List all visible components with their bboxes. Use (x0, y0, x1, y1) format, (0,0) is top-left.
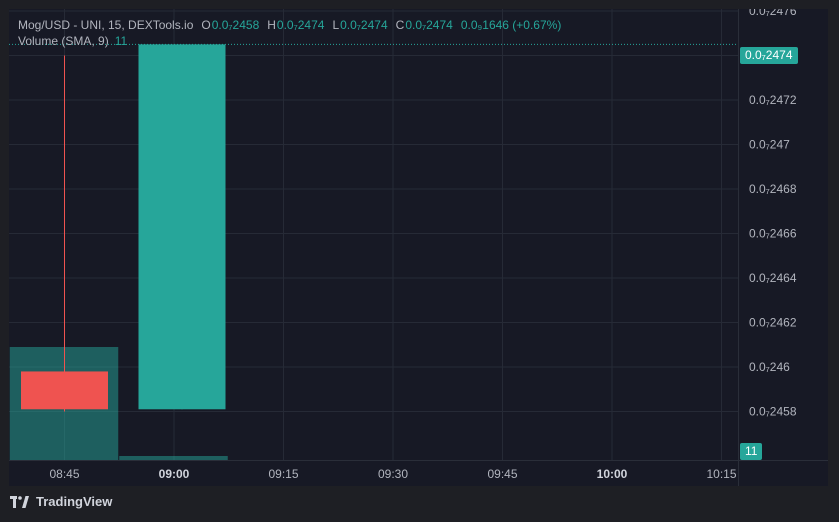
open-key: O (201, 18, 211, 32)
brand-name: TradingView (36, 494, 113, 509)
price-axis[interactable]: 0.0₇2476 0.0₇2474 0.0₇2472 0.0₇247 0.0₇2468 0… (738, 9, 828, 460)
symbol-title[interactable]: Mog/USD - UNI, 15, DEXTools.io (18, 17, 193, 33)
price-tick-label: 0.0₇2466 (749, 227, 797, 241)
tradingview-logo-icon (10, 495, 29, 508)
high-key: H (267, 18, 276, 32)
close-key: C (395, 18, 405, 32)
time-axis[interactable]: 08:45 09:00 09:15 09:30 09:45 10:00 10:15 (9, 460, 738, 486)
candlestick-chart (9, 9, 738, 460)
price-tick-label: 0.0₇2476 (749, 9, 797, 18)
close-value: 0.0₇2474 (405, 18, 453, 32)
price-tick-label: 0.0₇2472 (749, 93, 797, 107)
price-tick-label: 0.0₇2462 (749, 316, 797, 330)
price-tick-label: 0.0₇2458 (749, 405, 797, 419)
current-price-badge: 0.0₇2474 (740, 47, 798, 64)
price-tick-label: 0.0₇247 (749, 138, 790, 152)
tradingview-logo[interactable]: TradingView (10, 494, 112, 509)
time-tick-label: 09:45 (487, 467, 517, 481)
legend-ohlc-row: Mog/USD - UNI, 15, DEXTools.io O 0.0₇2458… (18, 17, 569, 33)
time-axis-labels: 08:45 09:00 09:15 09:30 09:45 10:00 10:15 (49, 467, 736, 481)
candle-body[interactable] (21, 371, 108, 410)
candle-body[interactable] (138, 44, 226, 410)
time-tick-label: 09:15 (268, 467, 298, 481)
legend-volume-row: Volume (SMA, 9) 11 (18, 33, 569, 49)
time-tick-label: 09:30 (378, 467, 408, 481)
time-tick-label: 08:45 (49, 467, 79, 481)
axis-corner (738, 460, 828, 486)
time-tick-label: 10:15 (706, 467, 736, 481)
price-axis-labels: 0.0₇24760.0₇24740.0₇24720.0₇2470.0₇24680… (749, 9, 797, 419)
change-value: 0.0₉1646 (+0.67%) (460, 18, 562, 32)
low-value: 0.0₇2474 (340, 18, 388, 32)
volume-label[interactable]: Volume (SMA, 9) (18, 33, 109, 49)
time-tick-label: 10:00 (597, 467, 628, 481)
chart-area[interactable] (9, 9, 738, 460)
low-key: L (332, 18, 340, 32)
high-value: 0.0₇2474 (276, 18, 325, 32)
price-tick-label: 0.0₇246 (749, 360, 790, 374)
open-value: 0.0₇2458 (211, 18, 260, 32)
price-tick-label: 0.0₇2468 (749, 182, 797, 196)
volume-value: 11 (114, 34, 128, 48)
time-tick-label: 09:00 (159, 467, 190, 481)
legend: Mog/USD - UNI, 15, DEXTools.io O 0.0₇2458… (18, 17, 569, 49)
price-tick-label: 0.0₇2464 (749, 271, 797, 285)
volume-badge: 11 (740, 443, 763, 460)
